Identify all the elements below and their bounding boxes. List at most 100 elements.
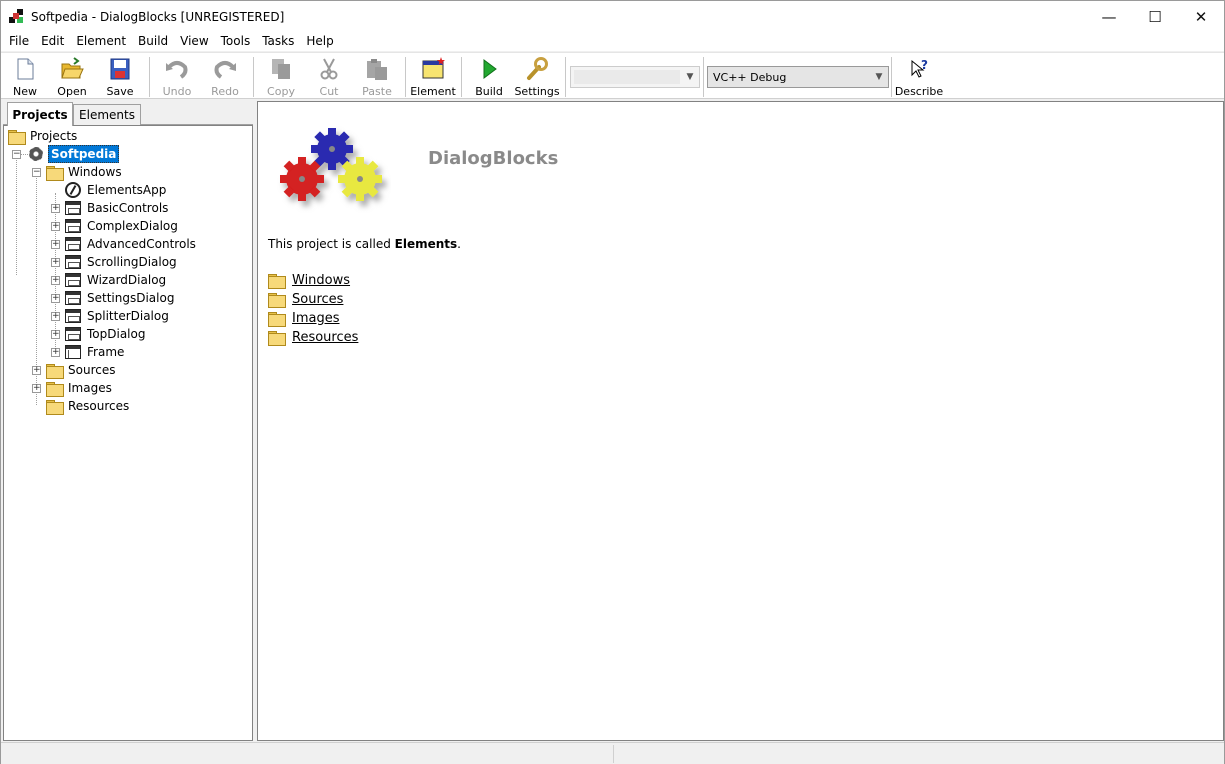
toolbar-separator [405, 57, 406, 97]
status-bar [1, 742, 1224, 764]
left-panel: Projects Elements Projects − Softpedia −… [3, 101, 253, 741]
tree-item-basiccontrols[interactable]: BasicControls [65, 199, 170, 217]
build-button[interactable]: Build [465, 55, 513, 98]
element-label: Element [410, 85, 456, 98]
expand-toggle[interactable]: + [51, 240, 60, 249]
paste-icon [365, 57, 389, 81]
expand-toggle[interactable]: + [51, 204, 60, 213]
close-button[interactable]: ✕ [1178, 1, 1224, 32]
menu-edit[interactable]: Edit [35, 32, 70, 51]
tree-item-splitterdialog[interactable]: SplitterDialog [65, 307, 171, 325]
tree-root-projects[interactable]: Projects [8, 127, 79, 145]
chevron-down-icon: ▼ [875, 72, 883, 82]
configuration-value: VC++ Debug [713, 70, 787, 84]
tree-item-wizarddialog[interactable]: WizardDialog [65, 271, 168, 289]
menu-tasks[interactable]: Tasks [256, 32, 300, 51]
menu-view[interactable]: View [174, 32, 214, 51]
toolbar-separator [461, 57, 462, 97]
cut-button[interactable]: Cut [305, 55, 353, 98]
new-button[interactable]: New [1, 55, 49, 98]
tree-folder-resources[interactable]: Resources [46, 397, 131, 415]
describe-button[interactable]: ? Describe [894, 55, 944, 98]
menu-bar: File Edit Element Build View Tools Tasks… [1, 32, 1224, 51]
help-pointer-icon: ? [907, 57, 931, 81]
status-divider [613, 745, 614, 763]
play-build-icon [477, 57, 501, 81]
frame-icon [65, 345, 81, 359]
tree-item-scrollingdialog[interactable]: ScrollingDialog [65, 253, 179, 271]
tree-folder-images[interactable]: Images [46, 379, 114, 397]
tab-projects[interactable]: Projects [7, 102, 73, 126]
settings-button[interactable]: Settings [513, 55, 561, 98]
wizard-dialog-icon [65, 273, 81, 287]
folder-icon [46, 399, 64, 415]
redo-label: Redo [211, 85, 239, 98]
target-select[interactable]: ▼ [570, 66, 700, 88]
expand-toggle[interactable]: + [51, 348, 60, 357]
windows-link[interactable]: Windows [292, 273, 350, 288]
tree-item-complexdialog[interactable]: ComplexDialog [65, 217, 180, 235]
tree-item-topdialog[interactable]: TopDialog [65, 325, 147, 343]
dialog-icon [65, 201, 81, 215]
undo-label: Undo [162, 85, 192, 98]
expand-toggle[interactable]: + [51, 312, 60, 321]
expand-toggle[interactable]: + [32, 366, 41, 375]
describe-label: Describe [894, 85, 944, 98]
menu-file[interactable]: File [3, 32, 35, 51]
wrench-icon [525, 57, 549, 81]
project-gear-icon [28, 146, 44, 162]
expand-toggle[interactable]: + [51, 222, 60, 231]
link-row-windows: Windows [268, 271, 350, 289]
expand-toggle[interactable]: + [51, 330, 60, 339]
menu-build[interactable]: Build [132, 32, 174, 51]
copy-button[interactable]: Copy [257, 55, 305, 98]
tab-elements[interactable]: Elements [73, 104, 141, 125]
undo-icon [165, 57, 189, 81]
dialog-icon [65, 327, 81, 341]
tree-item-frame[interactable]: Frame [65, 343, 126, 361]
folder-icon [46, 165, 64, 181]
expand-toggle[interactable]: + [32, 384, 41, 393]
menu-tools[interactable]: Tools [215, 32, 257, 51]
expand-toggle[interactable]: + [51, 258, 60, 267]
menu-help[interactable]: Help [300, 32, 339, 51]
tree-item-advancedcontrols[interactable]: AdvancedControls [65, 235, 198, 253]
dialog-icon [65, 291, 81, 305]
tree-item-settingsdialog[interactable]: SettingsDialog [65, 289, 176, 307]
chevron-down-icon: ▼ [686, 72, 694, 82]
menu-element[interactable]: Element [70, 32, 132, 51]
resources-link[interactable]: Resources [292, 330, 358, 345]
scissors-icon [317, 57, 341, 81]
sources-link[interactable]: Sources [292, 292, 343, 307]
save-label: Save [106, 85, 134, 98]
folder-icon [268, 330, 286, 346]
configuration-select[interactable]: VC++ Debug ▼ [707, 66, 889, 88]
tree-item-elementsapp[interactable]: ElementsApp [65, 181, 168, 199]
tree-folder-sources[interactable]: Sources [46, 361, 117, 379]
open-button[interactable]: Open [48, 55, 96, 98]
tree-project-softpedia[interactable]: Softpedia [28, 145, 120, 163]
new-element-icon [421, 57, 445, 81]
redo-button[interactable]: Redo [201, 55, 249, 98]
project-tree[interactable]: Projects − Softpedia − Windows ElementsA… [3, 125, 253, 741]
collapse-toggle[interactable]: − [32, 168, 41, 177]
settings-label: Settings [514, 85, 560, 98]
tree-folder-windows[interactable]: Windows [46, 163, 124, 181]
images-link[interactable]: Images [292, 311, 340, 326]
link-row-sources: Sources [268, 290, 343, 308]
collapse-toggle[interactable]: − [12, 150, 21, 159]
paste-button[interactable]: Paste [353, 55, 401, 98]
app-logo-icon [9, 8, 25, 25]
project-description: This project is called Elements. [268, 237, 461, 251]
undo-button[interactable]: Undo [153, 55, 201, 98]
title-bar: Softpedia - DialogBlocks [UNREGISTERED] … [1, 1, 1224, 32]
expand-toggle[interactable]: + [51, 294, 60, 303]
save-button[interactable]: Save [96, 55, 144, 98]
element-button[interactable]: Element [409, 55, 457, 98]
left-tabs: Projects Elements [3, 101, 253, 126]
maximize-button[interactable]: ☐ [1132, 1, 1178, 32]
project-name: Elements [394, 237, 458, 251]
minimize-button[interactable]: — [1086, 1, 1132, 32]
save-disk-icon [108, 57, 132, 81]
expand-toggle[interactable]: + [51, 276, 60, 285]
